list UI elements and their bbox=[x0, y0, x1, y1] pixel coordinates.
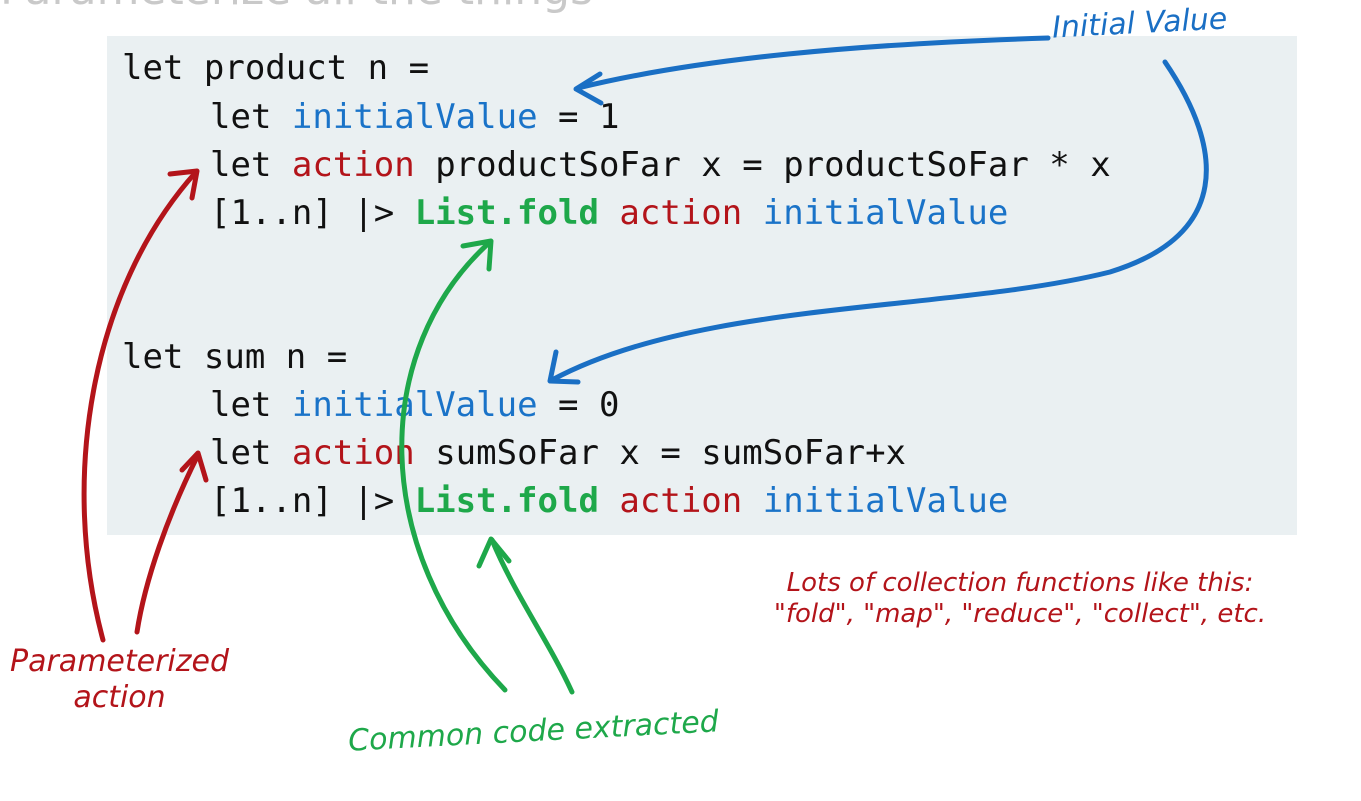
arrow-common-code-bottom bbox=[489, 537, 575, 695]
note-collection-functions-line1: Lots of collection functions like this: bbox=[786, 568, 1254, 598]
arrow-action-bottom bbox=[134, 452, 201, 635]
note-parameterized-action-line1: Parameterized bbox=[10, 644, 230, 679]
note-collection-functions-line2: "fold", "map", "reduce", "collect", etc. bbox=[773, 599, 1267, 630]
arrow-common-code-top bbox=[399, 239, 508, 693]
note-parameterized-action-line2: action bbox=[73, 680, 166, 715]
arrow-initial-value-bottom bbox=[549, 59, 1209, 383]
note-collection-functions: Lots of collection functions like this: … bbox=[740, 568, 1300, 630]
arrow-action-top bbox=[81, 169, 199, 643]
note-parameterized-action: Parameterized action bbox=[10, 644, 229, 716]
arrow-initial-value-top bbox=[575, 35, 1051, 91]
arrowhead-initial-value-top bbox=[573, 71, 604, 106]
